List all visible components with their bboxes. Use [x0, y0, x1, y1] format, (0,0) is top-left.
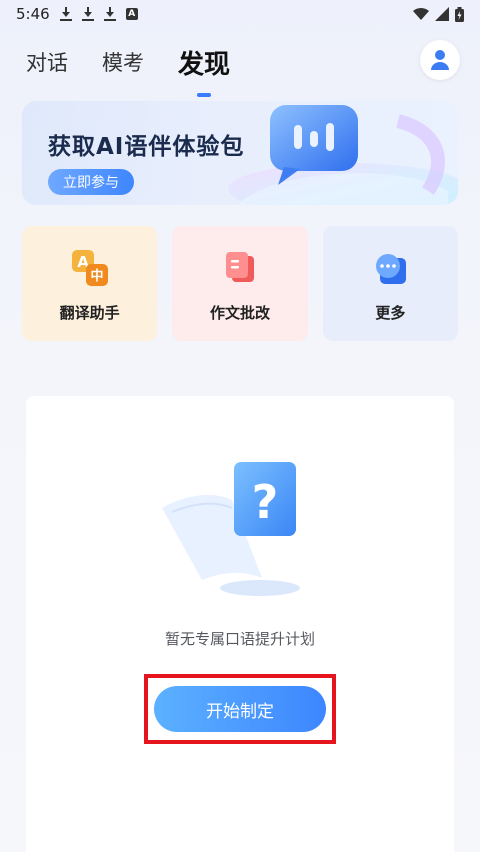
app-notification-icon: A: [125, 8, 138, 20]
tab-chat[interactable]: 对话: [26, 47, 68, 77]
tool-label: 更多: [375, 304, 406, 322]
status-right: [413, 6, 464, 22]
top-tab-bar: 对话 模考 发现: [26, 38, 460, 97]
join-now-button[interactable]: 立即参与: [48, 169, 134, 195]
status-bar: 5:46 A: [0, 0, 480, 28]
svg-text:中: 中: [90, 268, 103, 284]
tab-discover-label: 发现: [178, 49, 231, 80]
tool-label: 作文批改: [209, 304, 270, 322]
avatar-button[interactable]: [420, 40, 460, 80]
download-icon: [59, 7, 72, 21]
svg-text:?: ?: [252, 475, 279, 529]
banner-title: 获取AI语伴体验包: [48, 134, 245, 160]
tool-essay-correction[interactable]: 作文批改: [172, 226, 308, 341]
download-icon: [103, 7, 116, 21]
more-icon: [376, 254, 407, 284]
status-left: 5:46 A: [16, 5, 138, 23]
promo-banner[interactable]: 获取AI语伴体验包 立即参与: [22, 101, 458, 205]
tab-discover[interactable]: 发现: [178, 44, 231, 97]
empty-plan-message: 暂无专属口语提升计划: [164, 630, 315, 648]
tool-grid: A 中 翻译助手 作文批改 更多: [22, 226, 458, 341]
translate-icon: A 中: [71, 250, 108, 286]
battery-icon: [455, 6, 464, 22]
start-plan-button[interactable]: 开始制定: [154, 686, 326, 732]
tool-label: 翻译助手: [59, 304, 120, 322]
tool-more[interactable]: 更多: [322, 226, 458, 341]
tool-translate-assistant[interactable]: A 中 翻译助手: [22, 226, 158, 341]
speaking-plan-card: ? 暂无专属口语提升计划 开始制定: [26, 396, 454, 852]
tab-mock-exam[interactable]: 模考: [102, 47, 144, 77]
status-time: 5:46: [16, 5, 50, 23]
user-icon: [431, 50, 449, 70]
active-tab-indicator: [197, 92, 211, 97]
question-empty-illustration: ?: [162, 462, 300, 596]
wifi-icon: [413, 7, 429, 21]
signal-icon: [435, 7, 449, 21]
download-icon: [81, 7, 94, 21]
essay-correction-icon: [225, 252, 254, 282]
